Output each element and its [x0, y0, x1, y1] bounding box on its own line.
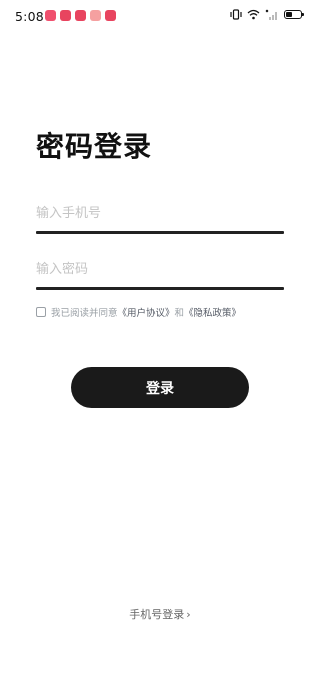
privacy-policy-link[interactable]: 《隐私政策》	[184, 308, 241, 319]
wifi-icon	[247, 9, 260, 20]
notification-icons	[45, 10, 116, 21]
vibrate-icon	[230, 9, 242, 20]
app-notification-icon	[60, 10, 71, 21]
password-underline	[36, 287, 284, 290]
app-notification-icon	[105, 10, 116, 21]
app-notification-icon	[45, 10, 56, 21]
user-agreement-link[interactable]: 《用户协议》	[118, 308, 175, 319]
phone-input[interactable]	[36, 201, 284, 225]
app-notification-icon	[90, 10, 101, 21]
phone-login-label: 手机号登录	[129, 608, 185, 621]
agreement-conjunction: 和	[174, 308, 185, 319]
cellular-signal-icon	[265, 9, 277, 20]
agreement-checkbox[interactable]	[36, 307, 46, 317]
password-field[interactable]	[36, 257, 284, 290]
login-button[interactable]: 登录	[71, 367, 249, 408]
phone-underline	[36, 231, 284, 234]
agreement-prefix: 我已阅读并同意	[51, 308, 118, 319]
battery-icon	[284, 10, 304, 19]
password-input[interactable]	[36, 257, 284, 281]
status-right	[230, 9, 304, 20]
status-bar: 5:08	[0, 0, 320, 32]
agreement-row: 我已阅读并同意《用户协议》和《隐私政策》	[36, 305, 241, 319]
app-notification-icon	[75, 10, 86, 21]
status-time: 5:08	[15, 9, 44, 24]
phone-field[interactable]	[36, 201, 284, 234]
agreement-text: 我已阅读并同意《用户协议》和《隐私政策》	[51, 305, 241, 319]
chevron-right-icon: ›	[186, 608, 191, 621]
page-title: 密码登录	[36, 130, 153, 163]
phone-login-link[interactable]: 手机号登录 ›	[0, 606, 320, 622]
